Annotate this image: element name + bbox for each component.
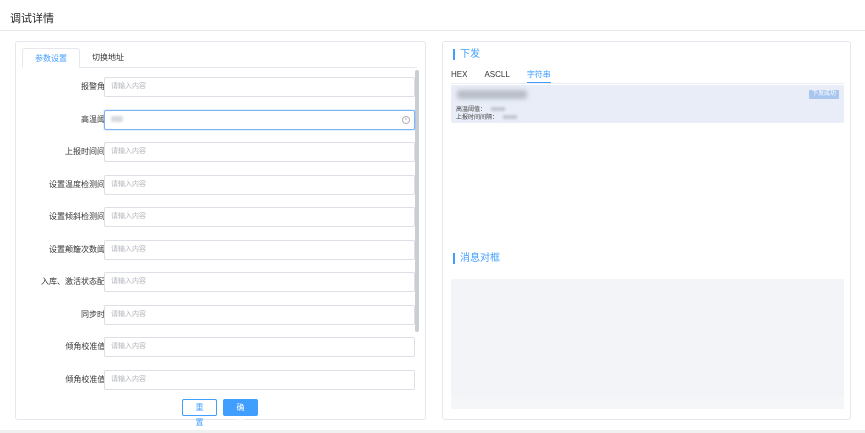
message-dialog-title: 消息对框 <box>453 253 500 264</box>
input-value <box>111 116 123 123</box>
message-timestamp <box>457 90 527 99</box>
message-line: 上报时间间隔： <box>456 112 518 121</box>
tab-parameter-settings[interactable]: 参数设置 <box>22 48 80 68</box>
calibration-b-input[interactable]: 请输入内容 <box>104 370 415 390</box>
form-row-calibration-k: 倾角校准值 K 请输入内容 <box>15 337 418 357</box>
form-row-high-temp-threshold: 高温阈值 × <box>15 110 418 130</box>
message-dialog-footer <box>451 397 844 409</box>
message-line-value <box>503 115 518 120</box>
form-row-tilt-check-interval: 设置倾斜检测间隔 请输入内容 <box>15 207 418 227</box>
form-row-report-interval: 上报时间间隔 请输入内容 <box>15 142 418 162</box>
tab-switch-address[interactable]: 切换地址 <box>80 48 136 68</box>
format-tabs: HEX ASCLL 字符串 <box>451 69 568 83</box>
form-row-alarm-angle: 报警角度 请输入内容 <box>15 77 418 97</box>
tab-ascll[interactable]: ASCLL <box>484 69 509 83</box>
downlink-message: 高温阈值： 上报时间间隔： 下发成功 <box>451 85 844 123</box>
clear-icon[interactable]: × <box>402 116 410 124</box>
title-divider <box>0 30 865 31</box>
form-row-activation-config: 入库、激活状态配置 请输入内容 <box>15 272 418 292</box>
tab-hex[interactable]: HEX <box>451 69 467 83</box>
parameter-panel: 参数设置 切换地址 <box>15 41 426 420</box>
temp-check-interval-input[interactable]: 请输入内容 <box>104 175 415 195</box>
calibration-k-input[interactable]: 请输入内容 <box>104 337 415 357</box>
confirm-button[interactable]: 确 定 <box>223 399 258 427</box>
form-row-temp-check-interval: 设置温度检测间隔 请输入内容 <box>15 175 418 195</box>
alarm-angle-input[interactable]: 请输入内容 <box>104 77 415 97</box>
bump-count-threshold-input[interactable]: 请输入内容 <box>104 240 415 260</box>
form-row-calibration-b: 倾角校准值 B 请输入内容 <box>15 370 418 390</box>
format-tabs-divider <box>451 83 844 84</box>
panel-tabs: 参数设置 切换地址 <box>22 48 417 68</box>
message-line-label: 上报时间间隔： <box>456 115 499 121</box>
form-row-bump-count-threshold: 设置颠簸次数阈值 请输入内容 <box>15 240 418 260</box>
message-dialog-box[interactable] <box>451 279 844 397</box>
message-line-value <box>491 107 506 112</box>
downlink-title: 下发 <box>453 49 480 60</box>
sync-time-input[interactable]: 请输入内容 <box>104 305 415 325</box>
high-temp-threshold-input[interactable]: × <box>104 110 415 130</box>
tilt-check-interval-input[interactable]: 请输入内容 <box>104 207 415 227</box>
tab-string[interactable]: 字符串 <box>526 69 551 83</box>
field-label: 入库、激活状态配置 <box>41 277 113 286</box>
page-title: 调试详情 <box>10 13 54 25</box>
reset-button[interactable]: 重 置 <box>182 399 217 427</box>
report-interval-input[interactable]: 请输入内容 <box>104 142 415 162</box>
form-row-sync-time: 同步时间 请输入内容 <box>15 305 418 325</box>
status-badge: 下发成功 <box>808 90 839 99</box>
activation-config-input[interactable]: 请输入内容 <box>104 272 415 292</box>
